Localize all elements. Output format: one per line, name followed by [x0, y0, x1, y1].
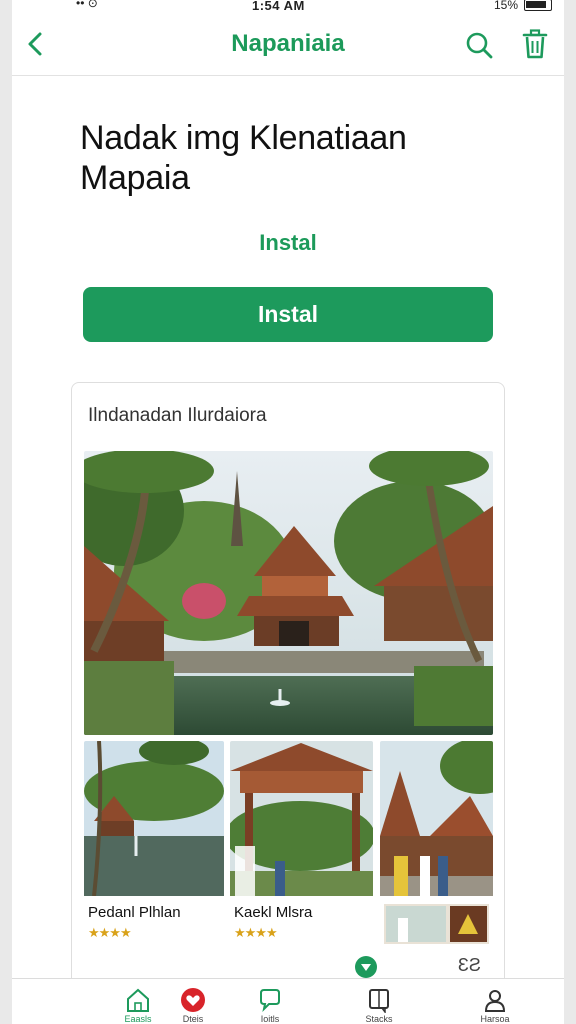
app-title-line-1: Nadak img Klenatiaan — [80, 119, 407, 157]
tab-chat[interactable]: Ioitls — [230, 983, 310, 1024]
gallery-item[interactable]: Kaekl Mlsra ★★★★ — [230, 741, 373, 979]
palace-fountain-image — [84, 741, 224, 897]
temple-garden-image — [84, 451, 493, 735]
gallery-card: Ilndanadan Ilurdaiora Pedanl Plhlan ★★★★… — [71, 382, 505, 1002]
profile-icon — [484, 990, 506, 1012]
phone-screen: •• ⊙ 1:54 AM 15% Napaniaia Nadak img Kle… — [12, 0, 564, 1024]
gallery-item-label: Kaekl Mlsra — [234, 904, 313, 921]
status-bar: •• ⊙ 1:54 AM 15% — [12, 0, 564, 14]
app-title: Nadak img Klenatiaan Mapaia — [80, 118, 500, 198]
gallery-hero-image[interactable] — [84, 451, 493, 735]
gallery-item-preview — [384, 904, 489, 944]
tab-label: Harsoa — [480, 1014, 510, 1024]
rating-stars: ★★★★ — [88, 925, 132, 940]
install-button[interactable]: Instal — [83, 287, 493, 342]
battery-icon — [524, 0, 552, 11]
tab-profile[interactable]: Harsoa — [455, 983, 535, 1024]
install-link[interactable]: Instal — [12, 230, 564, 256]
temple-visitors-image — [380, 741, 493, 896]
rating-stars: ★★★★ — [234, 925, 278, 940]
gallery-item-image — [84, 741, 224, 897]
tab-favorites[interactable]: Dteis — [153, 983, 233, 1024]
tab-label: Ioitls — [260, 1014, 280, 1024]
gallery-title: Ilndanadan Ilurdaiora — [88, 405, 267, 426]
heart-icon — [181, 988, 205, 1012]
more-indicator: ƐƧ — [458, 955, 481, 975]
home-icon — [127, 988, 149, 1012]
chat-icon — [260, 989, 280, 1013]
gallery-item-label: Pedanl Plhlan — [88, 904, 181, 921]
battery-percent: 15% — [493, 0, 518, 12]
pavilion-image — [230, 741, 373, 896]
interior-preview-image — [384, 904, 489, 944]
gallery-item[interactable] — [380, 741, 493, 979]
bottom-tab-bar: Eaasls Dteis Ioitls Stacks Harsoa — [12, 978, 564, 1024]
tab-label: Dteis — [182, 1014, 204, 1024]
top-app-bar: Napaniaia — [12, 14, 564, 76]
delete-button[interactable] — [520, 28, 550, 60]
signal-indicator: •• ⊙ — [76, 0, 98, 10]
tab-label: Stacks — [365, 1014, 393, 1024]
status-time: 1:54 AM — [252, 0, 305, 13]
app-title-line-2: Mapaia — [80, 159, 190, 197]
book-icon — [369, 989, 389, 1013]
trash-icon — [522, 29, 548, 59]
search-button[interactable] — [464, 30, 494, 60]
search-icon — [466, 32, 493, 59]
gallery-item[interactable]: Pedanl Plhlan ★★★★ — [84, 741, 224, 979]
download-button[interactable] — [355, 956, 377, 978]
gallery-item-image — [230, 741, 373, 896]
tab-stacks[interactable]: Stacks — [339, 983, 419, 1024]
gallery-item-image — [380, 741, 493, 896]
